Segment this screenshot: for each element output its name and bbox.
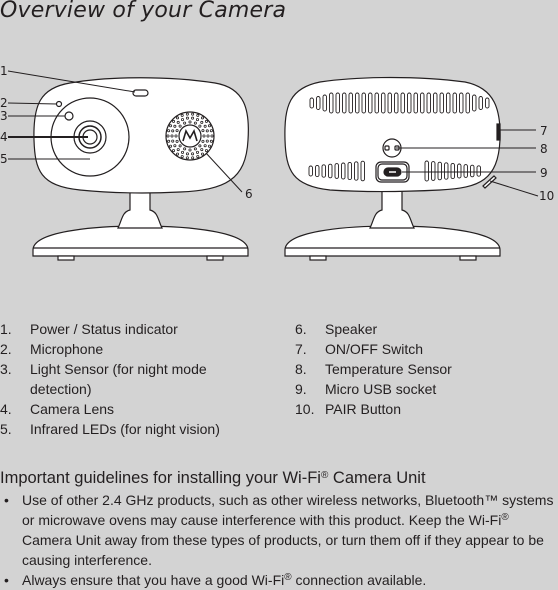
legend-item: 4. Camera Lens (0, 399, 250, 419)
legend-number: 2. (0, 341, 12, 357)
legend-item: 9. Micro USB socket (295, 379, 545, 399)
status-indicator-icon (132, 89, 149, 97)
legend-label: Speaker (325, 321, 378, 337)
legend-number: 1. (0, 321, 12, 337)
front-foot-right (206, 255, 224, 261)
legend-number: 10. (295, 401, 315, 417)
legend-label: Camera Lens (30, 401, 115, 417)
legend-label: Microphone (30, 341, 104, 357)
on-off-switch-icon (496, 123, 501, 141)
light-sensor-icon (64, 111, 74, 121)
legend-number: 5. (0, 421, 12, 437)
back-foot-right (459, 255, 477, 261)
front-base (32, 225, 249, 257)
back-base (284, 225, 501, 257)
camera-front-view (32, 77, 249, 261)
legend-label: ON/OFF Switch (325, 341, 424, 357)
front-foot-left (57, 255, 75, 261)
callout-3: 3 (0, 109, 8, 123)
bullet-icon: • (4, 492, 9, 508)
legend-item: 3. Light Sensor (for night mode detection… (0, 359, 250, 399)
legend-number: 9. (295, 381, 307, 397)
guidelines-heading: Important guidelines for installing your… (0, 469, 426, 487)
legend-item: 8. Temperature Sensor (295, 359, 545, 379)
legend-number: 4. (0, 401, 12, 417)
legend-item: 5. Infrared LEDs (for night vision) (0, 419, 250, 439)
camera-diagram: 1 2 3 4 5 6 7 8 9 10 (0, 64, 554, 261)
legend-back-parts: 6. Speaker 7. ON/OFF Switch 8. Temperature Se… (295, 319, 545, 419)
legend-item: 10. PAIR Button (295, 399, 545, 419)
legend-label: Temperature Sensor (325, 361, 452, 377)
page-title: Overview of your Camera (0, 0, 287, 23)
callout-9: 9 (540, 166, 548, 180)
guideline-item: • Always ensure that you have a good Wi-… (0, 570, 558, 590)
bullet-icon: • (4, 572, 9, 588)
legend-item: 7. ON/OFF Switch (295, 339, 545, 359)
legend-label: Light Sensor (for night mode detection) (30, 361, 207, 397)
guideline-item: • Use of other 2.4 GHz products, such as… (0, 490, 558, 570)
guidelines-list: • Use of other 2.4 GHz products, such as… (0, 490, 558, 590)
legend-label: Infrared LEDs (for night vision) (30, 421, 220, 437)
legend-item: 1. Power / Status indicator (0, 319, 250, 339)
back-foot-left (309, 255, 327, 261)
callout-7: 7 (540, 124, 548, 138)
legend-label: Micro USB socket (325, 381, 437, 397)
legend-front-parts: 1. Power / Status indicator 2. Microphone 3.… (0, 319, 250, 439)
callout-2: 2 (0, 96, 8, 110)
back-neck (369, 189, 415, 229)
callout-8: 8 (540, 142, 548, 156)
front-neck (117, 189, 163, 229)
legend-item: 2. Microphone (0, 339, 250, 359)
callout-10: 10 (539, 189, 554, 203)
legend-number: 7. (295, 341, 307, 357)
callout-1: 1 (0, 64, 8, 78)
legend-label: Power / Status indicator (30, 321, 178, 337)
legend-number: 6. (295, 321, 307, 337)
legend-item: 6. Speaker (295, 319, 545, 339)
legend-number: 3. (0, 361, 12, 377)
callout-4: 4 (0, 130, 8, 144)
callout-6: 6 (245, 187, 253, 201)
callout-5: 5 (0, 152, 8, 166)
legend-number: 8. (295, 361, 307, 377)
legend-label: PAIR Button (325, 401, 402, 417)
microphone-icon (55, 100, 63, 108)
